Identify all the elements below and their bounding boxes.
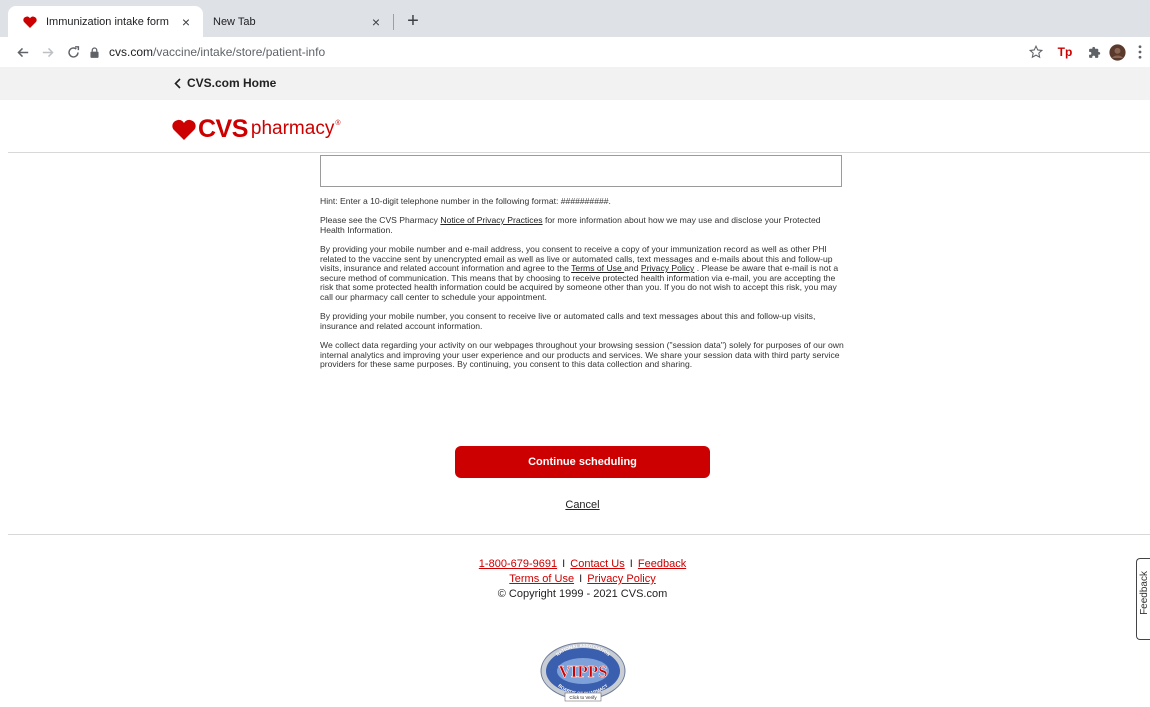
menu-kebab-icon[interactable]	[1131, 43, 1149, 61]
feedback-link[interactable]: Feedback	[638, 558, 686, 570]
cvs-heart-logo-icon	[172, 119, 196, 140]
reload-icon[interactable]	[63, 42, 83, 62]
feedback-tab-label: Feedback	[1139, 571, 1150, 615]
privacy-policy-link[interactable]: Privacy Policy	[641, 263, 694, 273]
phone-number-link[interactable]: 1-800-679-9691	[479, 558, 557, 570]
tp-extension-icon[interactable]: Tp	[1056, 43, 1074, 61]
chevron-left-icon	[174, 77, 181, 89]
email-consent-paragraph: By providing your mobile number and e-ma…	[320, 244, 845, 303]
address-bar[interactable]: cvs.com/vaccine/intake/store/patient-inf…	[90, 41, 1105, 63]
logo-sub: pharmacy	[250, 118, 335, 139]
close-tab-icon[interactable]: ×	[367, 13, 385, 31]
consent-text-and: and	[624, 263, 641, 274]
phone-hint: Hint: Enter a 10-digit telephone number …	[320, 196, 611, 206]
continue-scheduling-button[interactable]: Continue scheduling	[455, 446, 710, 478]
close-tab-icon[interactable]: ×	[177, 13, 195, 31]
page-footer: 1-800-679-9691 I Contact Us I Feedback T…	[0, 557, 1150, 602]
bookmark-star-icon[interactable]	[1027, 43, 1045, 61]
footer-separator: I	[629, 558, 633, 570]
back-arrow-icon[interactable]	[12, 42, 32, 62]
footer-separator: I	[562, 558, 566, 570]
svg-text:VIPPS: VIPPS	[558, 662, 607, 681]
cvs-home-link[interactable]: CVS.com Home	[174, 76, 276, 90]
tab-immunization-intake-form[interactable]: Immunization intake form ×	[8, 6, 203, 37]
footer-divider	[8, 534, 1150, 535]
cvs-pharmacy-logo[interactable]: CVS pharmacy ®	[172, 114, 341, 143]
forward-arrow-icon[interactable]	[38, 42, 58, 62]
tab-title: New Tab	[213, 15, 256, 28]
footer-links-row-2: Terms of Use I Privacy Policy	[0, 572, 1150, 587]
footer-links-row-1: 1-800-679-9691 I Contact Us I Feedback	[0, 557, 1150, 572]
header-divider	[8, 152, 1150, 153]
footer-terms-of-use-link[interactable]: Terms of Use	[509, 573, 574, 585]
footer-privacy-policy-link[interactable]: Privacy Policy	[587, 573, 655, 585]
copyright-text: © Copyright 1999 - 2021 CVS.com	[497, 588, 668, 600]
logo-registered-mark: ®	[335, 120, 341, 127]
vipps-seal[interactable]: NATIONAL ASSOCIATION BOARDS OF PHARMACY …	[539, 641, 627, 702]
browser-toolbar: cvs.com/vaccine/intake/store/patient-inf…	[0, 37, 1150, 67]
session-data-paragraph: We collect data regarding your activity …	[320, 339, 844, 370]
logo-brand: CVS	[198, 114, 248, 143]
lock-icon	[90, 46, 102, 58]
form-text-content: Hint: Enter a 10-digit telephone number …	[320, 196, 845, 379]
browser-tabstrip: Immunization intake form × New Tab × +	[0, 0, 1150, 37]
url-host: cvs.com	[109, 45, 154, 59]
home-navigation-bar: CVS.com Home	[0, 67, 1150, 100]
terms-of-use-link[interactable]: Terms of Use	[571, 263, 624, 273]
extensions-puzzle-icon[interactable]	[1085, 43, 1103, 61]
privacy-notice-paragraph: Please see the CVS Pharmacy Notice of Pr…	[320, 215, 845, 235]
notice-of-privacy-practices-link[interactable]: Notice of Privacy Practices	[440, 215, 542, 225]
mobile-phone-input[interactable]	[320, 155, 842, 187]
privacy-text-before: Please see the CVS Pharmacy	[320, 215, 441, 226]
tab-separator	[393, 14, 394, 30]
profile-avatar-icon[interactable]	[1108, 43, 1126, 61]
home-link-label: CVS.com Home	[187, 76, 277, 90]
contact-us-link[interactable]: Contact Us	[570, 558, 624, 570]
tab-title: Immunization intake form	[46, 15, 169, 28]
cancel-link[interactable]: Cancel	[0, 499, 1150, 511]
heart-icon	[22, 14, 38, 30]
tab-new-tab[interactable]: New Tab ×	[203, 6, 393, 37]
feedback-side-tab[interactable]: Feedback	[1136, 558, 1150, 640]
url-path: /vaccine/intake/store/patient-info	[153, 45, 326, 59]
mobile-consent-paragraph: By providing your mobile number, you con…	[320, 311, 816, 331]
footer-separator: I	[579, 573, 583, 585]
new-tab-button[interactable]: +	[402, 11, 424, 33]
svg-text:Click to Verify: Click to Verify	[569, 695, 597, 700]
